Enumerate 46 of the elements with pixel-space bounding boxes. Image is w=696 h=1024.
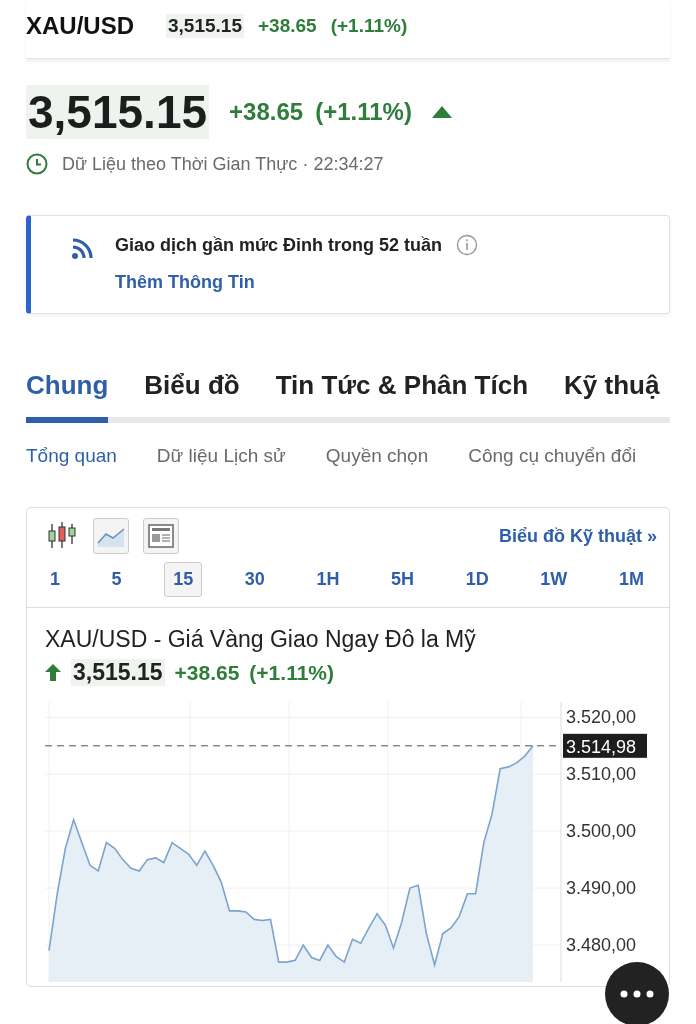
percent-change: (+1.11%): [315, 98, 412, 126]
more-icon: [620, 990, 654, 998]
symbol: XAU/USD: [26, 12, 134, 40]
chart-title: XAU/USD - Giá Vàng Giao Ngay Đô la Mỹ: [45, 626, 477, 653]
interval-button[interactable]: 1W: [531, 562, 577, 597]
section-tab[interactable]: Biểu đồ: [144, 370, 240, 423]
last-price-label: 3.514,98: [563, 733, 647, 758]
subsection-tab[interactable]: Dữ liệu Lịch sử: [156, 445, 286, 467]
section-tab[interactable]: Tin Tức & Phân Tích: [275, 370, 529, 423]
rss-icon: [71, 236, 95, 260]
interval-button[interactable]: 5H: [382, 562, 424, 597]
price-change: +38.65: [174, 660, 240, 685]
realtime-status: Dữ Liệu theo Thời Gian Thực · 22:34:27: [62, 153, 384, 175]
interval-button[interactable]: 30: [235, 562, 274, 597]
interval-button[interactable]: 1D: [456, 562, 498, 597]
axis-label: 3.500,00: [566, 821, 637, 842]
axis-label: 3.490,00: [566, 878, 637, 899]
interval-button[interactable]: 1: [41, 562, 69, 597]
price: 3,515.15: [166, 14, 244, 38]
up-triangle-icon: [431, 106, 452, 118]
axis-label: 3.510,00: [566, 764, 637, 785]
subsection-tab[interactable]: Tổng quan: [26, 445, 117, 467]
info-icon[interactable]: [456, 234, 479, 256]
interval-button[interactable]: 5: [102, 562, 131, 597]
price-change: +38.65: [258, 15, 317, 37]
line-chart-icon[interactable]: [93, 518, 129, 554]
section-tab[interactable]: Kỹ thuậ: [564, 370, 660, 423]
price-change: +38.65: [229, 98, 304, 126]
subsection-tab[interactable]: Quyền chọn: [325, 445, 429, 467]
interval-button[interactable]: 1M: [609, 562, 653, 597]
up-arrow-icon: [45, 664, 61, 681]
axis-label: 3.480,00: [566, 935, 637, 955]
percent-change: (+1.11%): [330, 15, 408, 37]
subsection-tab[interactable]: Công cụ chuyển đổi: [468, 445, 637, 467]
more-info-link[interactable]: Thêm Thông Tin: [115, 272, 479, 293]
price: 3,515.15: [71, 659, 165, 686]
axis-label: 3.520,00: [566, 707, 637, 728]
section-tab[interactable]: Chung: [26, 370, 109, 423]
clock-icon: [26, 153, 48, 175]
alert-text: Giao dịch gần mức Đỉnh trong 52 tuần: [115, 234, 443, 256]
percent-change: (+1.11%): [249, 660, 334, 685]
technical-chart-link[interactable]: Biểu đồ Kỹ thuật »: [498, 525, 657, 547]
price: 3,515.15: [26, 85, 210, 139]
interval-button[interactable]: 15: [164, 562, 203, 597]
interval-button[interactable]: 1H: [307, 562, 349, 597]
table-icon[interactable]: [143, 518, 179, 554]
